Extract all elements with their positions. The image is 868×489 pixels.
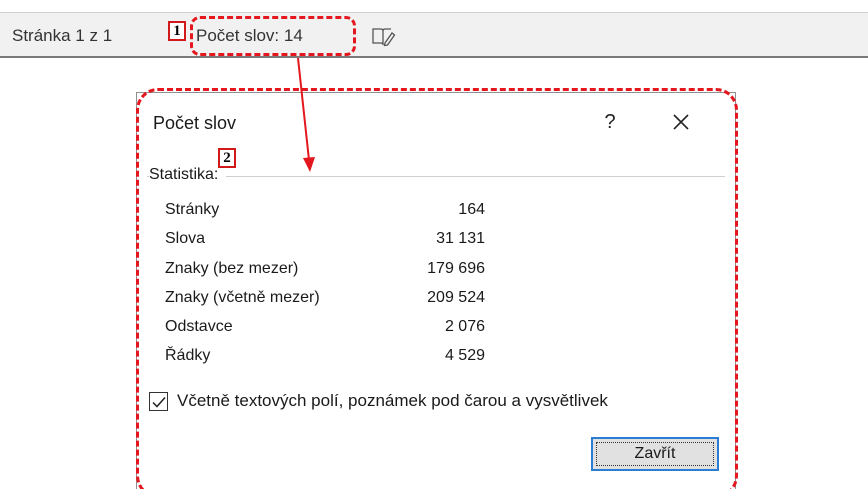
stat-label: Znaky (včetně mezer) [165,288,320,306]
stat-label: Stránky [165,201,220,218]
status-bar: Stránka 1 z 1 Počet slov: 14 [0,12,868,58]
word-count-highlight [190,16,356,56]
include-textboxes-label[interactable]: Včetně textových polí, poznámek pod čaro… [177,391,608,411]
screenshot-stage: Stránka 1 z 1 Počet slov: 14 1 Počet slo… [0,0,868,489]
dialog-title: Počet slov [153,113,237,133]
stat-row-characters-with-spaces: Znaky (včetně mezer) 209 524 [165,289,485,318]
stat-row-lines: Řádky 4 529 [165,347,485,376]
stat-value: 209 524 [427,288,485,306]
stat-label: Slova [165,230,206,248]
group-divider [147,176,725,177]
statistics-group-label: Statistika: [149,166,227,184]
focus-outline [596,442,714,466]
stat-value: 164 [458,201,485,218]
stat-row-pages: Stránky 164 [165,201,485,230]
statistics-list: Stránky 164 Slova 31 131 Znaky (bez meze… [165,201,485,377]
proofing-icon[interactable] [371,26,397,48]
close-dialog-button[interactable]: Zavřít [591,437,719,471]
stat-label: Odstavce [165,318,233,336]
annotation-marker-2: 2 [218,148,236,168]
close-icon[interactable] [665,107,697,137]
page-indicator[interactable]: Stránka 1 z 1 [12,26,112,46]
help-button[interactable]: ? [595,107,625,137]
stat-row-words: Slova 31 131 [165,230,485,259]
annotation-marker-1: 1 [168,21,186,41]
stat-value: 179 696 [427,259,485,277]
stat-value: 2 076 [444,318,485,336]
stat-value: 4 529 [444,347,485,365]
include-textboxes-checkbox[interactable] [149,392,168,411]
stat-value: 31 131 [436,230,485,248]
check-icon [152,397,166,408]
stat-label: Řádky [165,347,211,365]
stat-label: Znaky (bez mezer) [165,259,299,277]
stat-row-characters-no-spaces: Znaky (bez mezer) 179 696 [165,260,485,289]
stat-row-paragraphs: Odstavce 2 076 [165,318,485,347]
